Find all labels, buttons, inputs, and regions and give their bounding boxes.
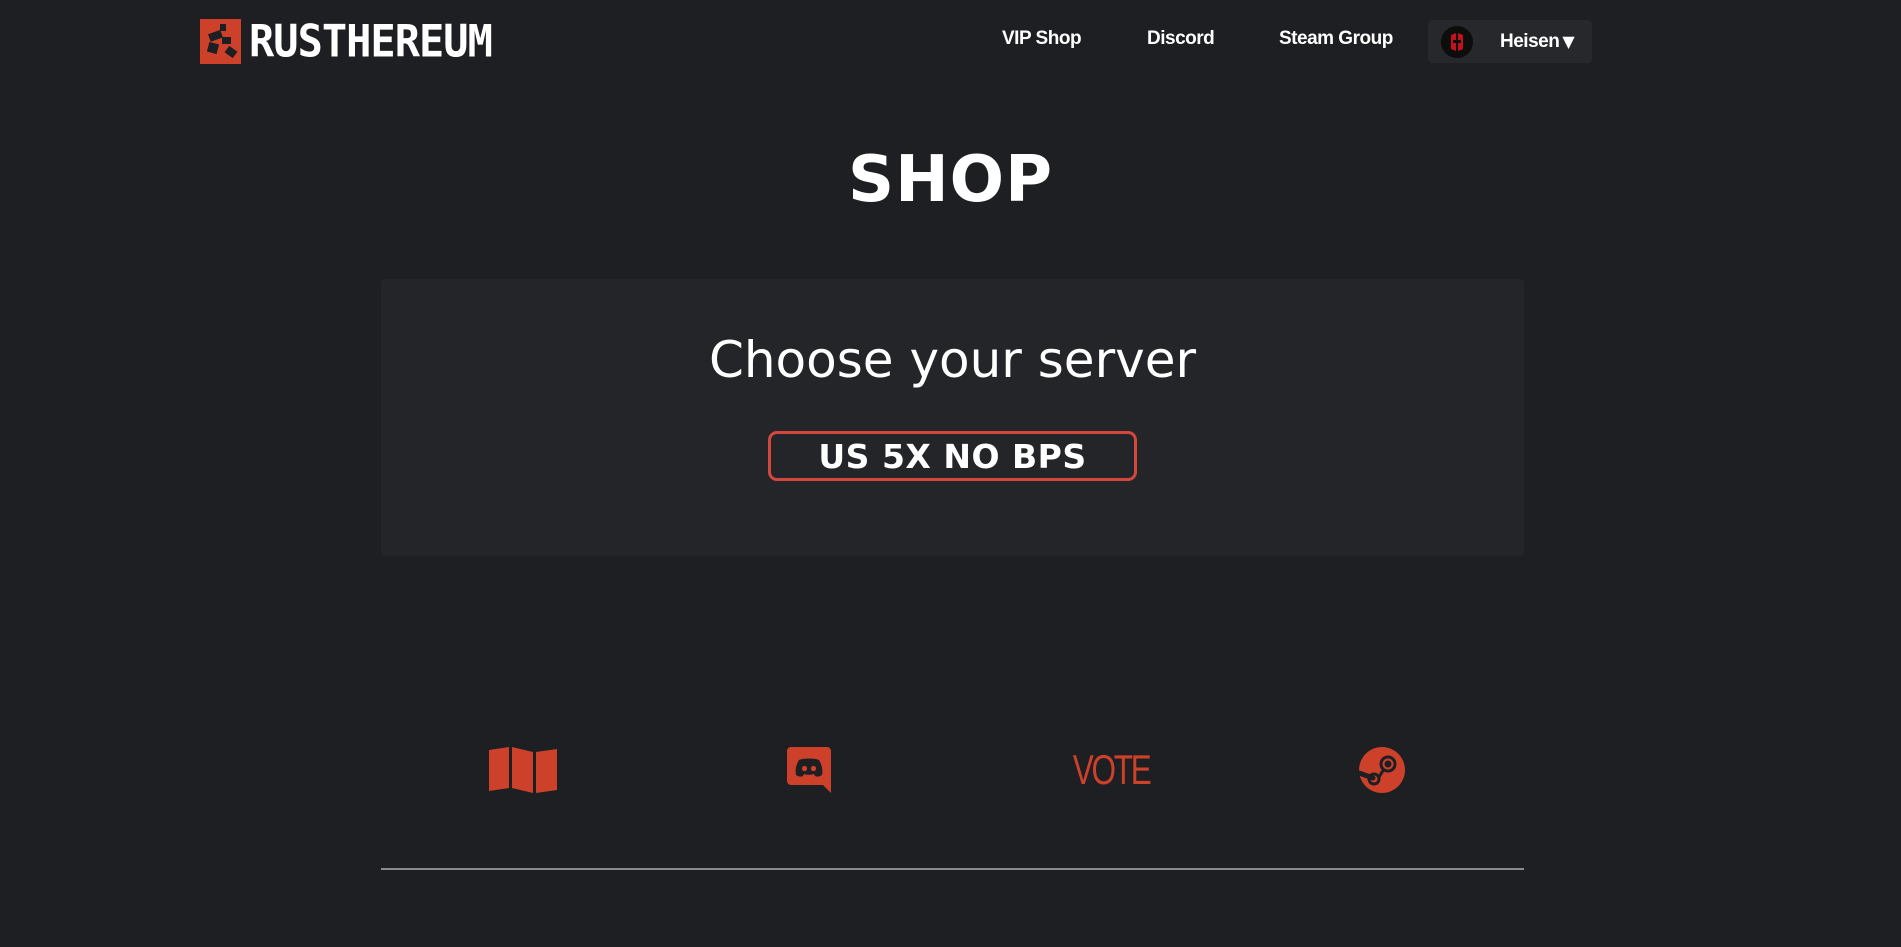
map-icon <box>489 747 557 793</box>
rust-logo-icon <box>200 19 241 64</box>
chevron-down-icon: ▼ <box>1562 32 1575 51</box>
nav-vip-shop[interactable]: VIP Shop <box>1002 28 1082 50</box>
steam-link[interactable] <box>1358 740 1406 800</box>
vote-link[interactable]: VOTE <box>1061 740 1161 800</box>
discord-link[interactable] <box>787 740 831 800</box>
server-selection-panel: Choose your server US 5X NO BPS <box>381 279 1524 556</box>
discord-icon <box>787 747 831 793</box>
user-name: Heisen <box>1500 30 1560 52</box>
nav-steam-group[interactable]: Steam Group <box>1279 28 1393 50</box>
user-menu[interactable]: Heisen ▼ <box>1428 20 1592 63</box>
server-option-button[interactable]: US 5X NO BPS <box>768 431 1137 481</box>
map-link[interactable] <box>488 740 558 800</box>
page-title: SHOP <box>848 143 1053 217</box>
panel-heading: Choose your server <box>708 331 1197 389</box>
avatar <box>1441 25 1473 58</box>
footer-divider <box>381 868 1524 870</box>
vote-label: VOTE <box>1072 746 1152 793</box>
nav-discord[interactable]: Discord <box>1147 28 1215 50</box>
site-logo[interactable]: RUSTHEREUM <box>200 15 493 68</box>
steam-icon <box>1359 747 1405 793</box>
brand-name: RUSTHEREUM <box>249 15 493 68</box>
footer-icon-links: VOTE <box>381 740 1524 800</box>
top-navbar: RUSTHEREUM VIP Shop Discord Steam Group … <box>0 0 1901 82</box>
